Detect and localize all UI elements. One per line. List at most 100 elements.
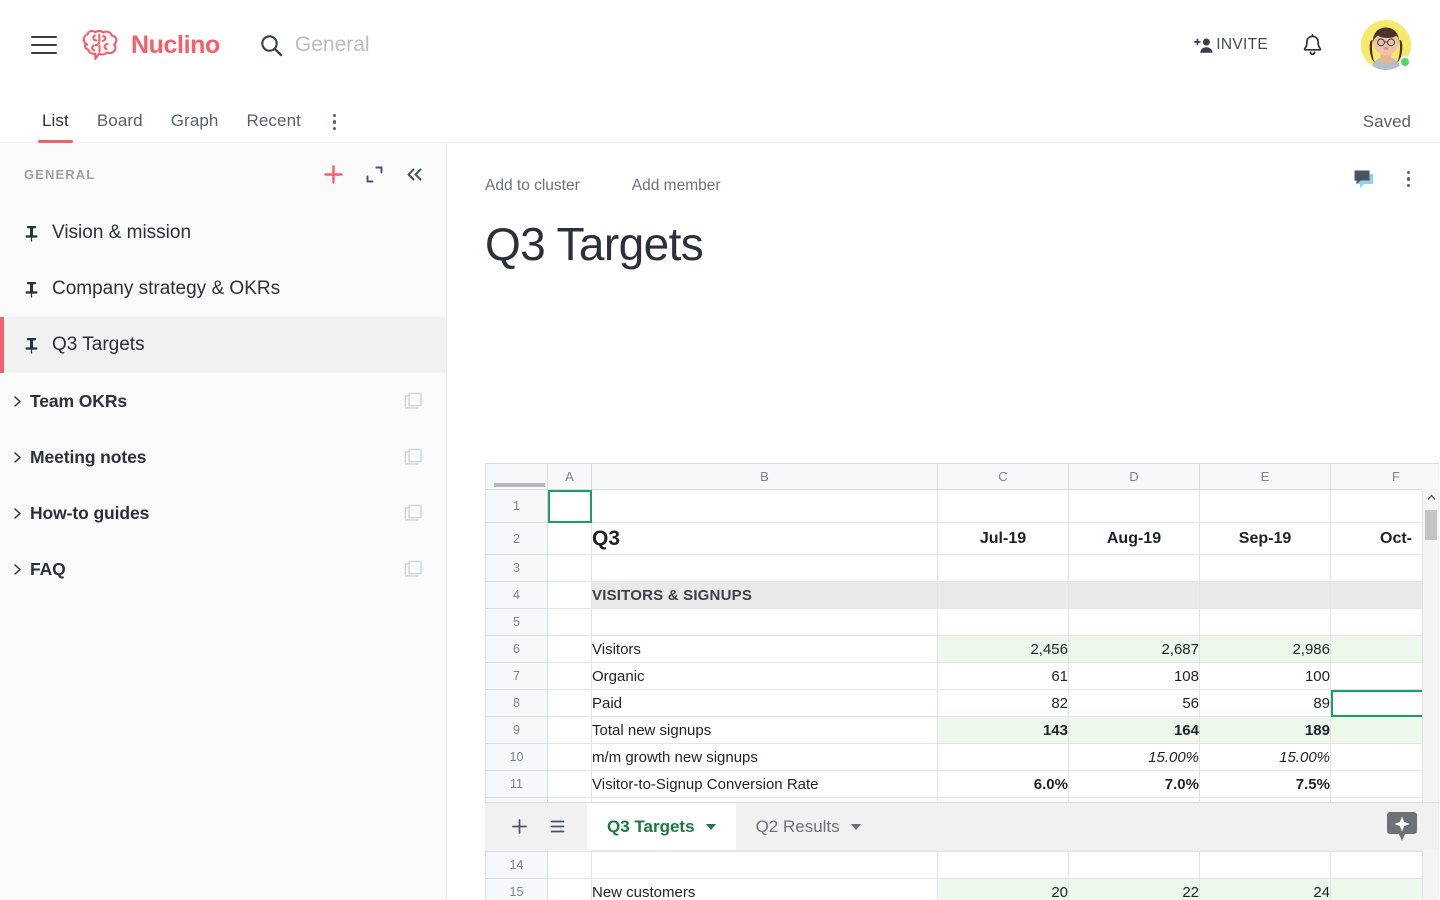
cell-B4[interactable]: VISITORS & SIGNUPS — [591, 581, 938, 609]
row-header[interactable]: 8 — [485, 689, 548, 717]
cell-D14[interactable] — [1068, 851, 1200, 879]
cell-E14[interactable] — [1199, 851, 1331, 879]
cell-E4[interactable] — [1199, 581, 1331, 609]
invite-button[interactable]: INVITE — [1194, 36, 1268, 54]
row-header[interactable]: 4 — [485, 581, 548, 609]
row-header[interactable]: 7 — [485, 662, 548, 690]
cell-C5[interactable] — [937, 608, 1069, 636]
cell-D15[interactable]: 22 — [1068, 878, 1200, 900]
cell-E1[interactable] — [1199, 489, 1331, 523]
cell-C6[interactable]: 2,456 — [937, 635, 1069, 663]
cell-A10[interactable] — [547, 743, 592, 771]
tab-list[interactable]: List — [28, 111, 83, 143]
tab-graph[interactable]: Graph — [157, 111, 233, 142]
cell-C11[interactable]: 6.0% — [937, 770, 1069, 798]
document-more-button[interactable] — [1406, 170, 1410, 188]
cell-E5[interactable] — [1199, 608, 1331, 636]
sidebar-item-vision-mission[interactable]: Vision & mission — [0, 205, 446, 261]
add-sheet-button[interactable] — [511, 818, 528, 835]
all-sheets-button[interactable] — [550, 819, 565, 834]
cell-D5[interactable] — [1068, 608, 1200, 636]
cell-B1[interactable] — [591, 489, 938, 523]
cell-B11[interactable]: Visitor-to-Signup Conversion Rate — [591, 770, 938, 798]
cell-A3[interactable] — [547, 554, 592, 582]
cell-B5[interactable] — [591, 608, 938, 636]
cell-C9[interactable]: 143 — [937, 716, 1069, 744]
cell-C8[interactable]: 82 — [937, 689, 1069, 717]
add-member-button[interactable]: Add member — [632, 177, 721, 195]
cell-D6[interactable]: 2,687 — [1068, 635, 1200, 663]
column-header-f[interactable]: F — [1330, 463, 1439, 490]
cell-A6[interactable] — [547, 635, 592, 663]
sidebar-add-button[interactable] — [323, 164, 344, 185]
assistant-button[interactable] — [1387, 811, 1417, 843]
column-header-d[interactable]: D — [1068, 463, 1200, 490]
vertical-scroll-thumb[interactable] — [1425, 510, 1437, 540]
sheet-tab-q2-results[interactable]: Q2 Results — [736, 803, 881, 850]
chevron-down-icon[interactable] — [850, 823, 861, 830]
user-avatar-button[interactable] — [1361, 20, 1411, 70]
row-header[interactable]: 11 — [485, 770, 548, 798]
cell-B6[interactable]: Visitors — [591, 635, 938, 663]
row-header[interactable]: 15 — [485, 878, 548, 900]
cell-D1[interactable] — [1068, 489, 1200, 523]
column-header-a[interactable]: A — [547, 463, 592, 490]
cell-D8[interactable]: 56 — [1068, 689, 1200, 717]
tab-recent[interactable]: Recent — [232, 111, 314, 142]
cell-E6[interactable]: 2,986 — [1199, 635, 1331, 663]
cell-A14[interactable] — [547, 851, 592, 879]
sidebar-item-company-strategy-okrs[interactable]: Company strategy & OKRs — [0, 261, 446, 317]
cell-C10[interactable] — [937, 743, 1069, 771]
row-header[interactable]: 6 — [485, 635, 548, 663]
cell-E15[interactable]: 24 — [1199, 878, 1331, 900]
sidebar-group-faq[interactable]: FAQ — [0, 541, 446, 597]
cell-C4[interactable] — [937, 581, 1069, 609]
cell-B8[interactable]: Paid — [591, 689, 938, 717]
column-header-c[interactable]: C — [937, 463, 1069, 490]
cell-E9[interactable]: 189 — [1199, 716, 1331, 744]
cell-E11[interactable]: 7.5% — [1199, 770, 1331, 798]
add-to-cluster-button[interactable]: Add to cluster — [485, 177, 580, 195]
row-header[interactable]: 9 — [485, 716, 548, 744]
cell-D11[interactable]: 7.0% — [1068, 770, 1200, 798]
sidebar-group-how-to-guides[interactable]: How-to guides — [0, 485, 446, 541]
cell-B7[interactable]: Organic — [591, 662, 938, 690]
sidebar-group-team-okrs[interactable]: Team OKRs — [0, 373, 446, 429]
brand-logo-link[interactable]: Nuclino — [82, 29, 220, 61]
cell-A4[interactable] — [547, 581, 592, 609]
cell-A15[interactable] — [547, 878, 592, 900]
row-header[interactable]: 14 — [485, 851, 548, 879]
sheet-tab-q3-targets[interactable]: Q3 Targets — [587, 803, 736, 850]
scroll-up-icon[interactable] — [1423, 489, 1440, 506]
row-header[interactable]: 10 — [485, 743, 548, 771]
cell-A2[interactable] — [547, 522, 592, 555]
cell-B10[interactable]: m/m growth new signups — [591, 743, 938, 771]
row-header[interactable]: 5 — [485, 608, 548, 636]
row-header[interactable]: 2 — [485, 522, 548, 555]
cell-A8[interactable] — [547, 689, 592, 717]
tab-board[interactable]: Board — [83, 111, 157, 142]
comment-icon[interactable] — [1353, 169, 1375, 189]
row-header[interactable]: 1 — [485, 489, 548, 523]
cell-E2[interactable]: Sep-19 — [1199, 522, 1331, 555]
cell-B9[interactable]: Total new signups — [591, 716, 938, 744]
cell-A11[interactable] — [547, 770, 592, 798]
cell-C2[interactable]: Jul-19 — [937, 522, 1069, 555]
sidebar-group-meeting-notes[interactable]: Meeting notes — [0, 429, 446, 485]
cell-A5[interactable] — [547, 608, 592, 636]
cell-C7[interactable]: 61 — [937, 662, 1069, 690]
sidebar-expand-button[interactable] — [366, 166, 383, 183]
chevron-down-icon[interactable] — [705, 823, 716, 830]
sidebar-item-q3-targets[interactable]: Q3 Targets — [0, 317, 446, 373]
cell-B15[interactable]: New customers — [591, 878, 938, 900]
hamburger-menu-icon[interactable] — [31, 36, 57, 54]
cell-C15[interactable]: 20 — [937, 878, 1069, 900]
sidebar-collapse-button[interactable] — [405, 166, 424, 183]
cell-A7[interactable] — [547, 662, 592, 690]
cell-B14[interactable] — [591, 851, 938, 879]
cell-D10[interactable]: 15.00% — [1068, 743, 1200, 771]
cell-E8[interactable]: 89 — [1199, 689, 1331, 717]
cell-A1[interactable] — [547, 489, 592, 523]
cell-B2[interactable]: Q3 — [591, 522, 938, 555]
cell-C3[interactable] — [937, 554, 1069, 582]
